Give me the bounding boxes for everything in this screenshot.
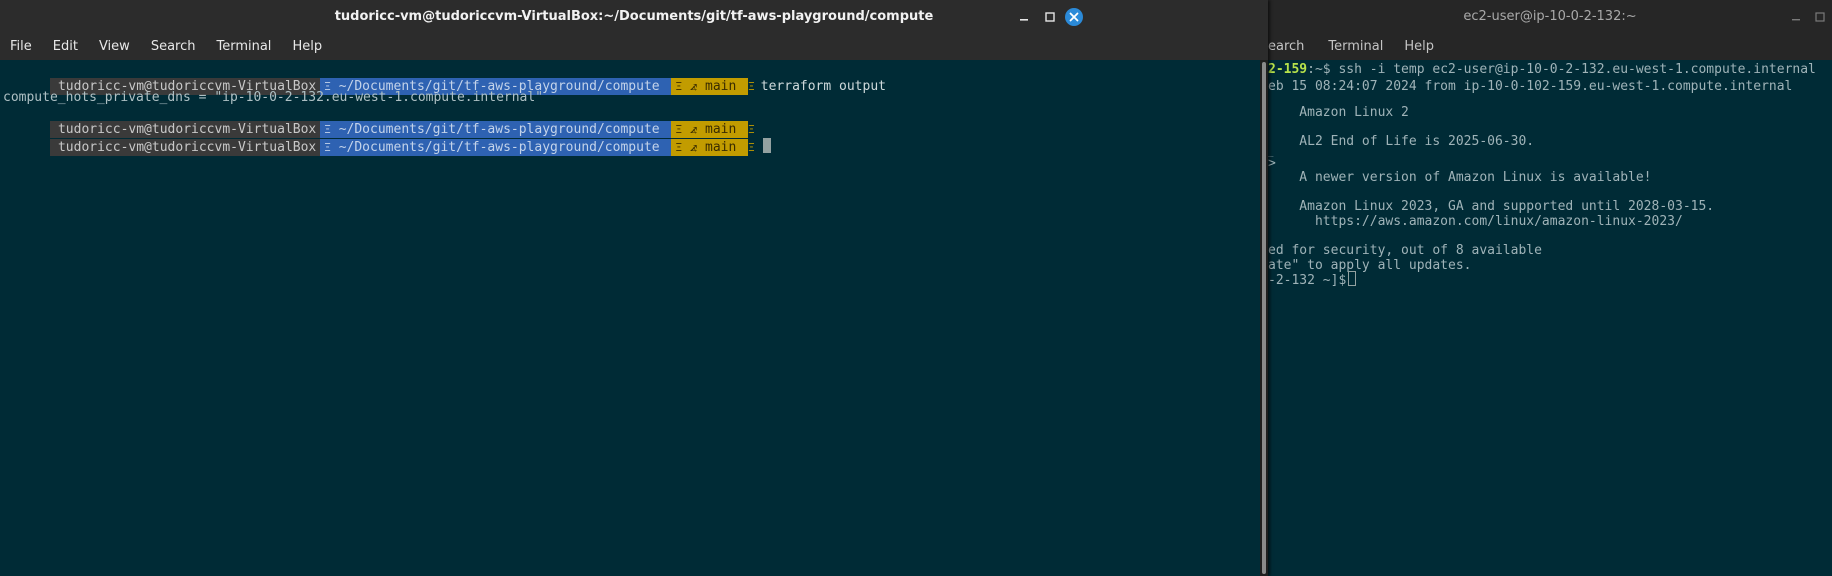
left-terminal-area[interactable]: tudoricc-vm@tudoriccvm-VirtualBox Ξ ~/Doc… xyxy=(0,60,1260,576)
menu-help[interactable]: Help xyxy=(1404,39,1434,54)
ssh-command: :~$ ssh -i temp ec2-user@ip-10-0-2-132.e… xyxy=(1307,62,1816,77)
menu-search[interactable]: earch xyxy=(1268,39,1304,54)
motd-line: A newer version of Amazon Linux is avail… xyxy=(1268,170,1652,185)
prompt-path-segment: Ξ ~/Documents/git/tf-aws-playground/comp… xyxy=(320,139,672,156)
motd-line: AL2 End of Life is 2025-06-30. xyxy=(1268,134,1535,149)
prompt-host: 2-159 xyxy=(1268,62,1308,77)
prompt-git-segment: Ξ ⦨ main xyxy=(671,139,749,156)
final-prompt: -2-132 ~]$ xyxy=(1268,273,1347,288)
command-text: terraform output xyxy=(760,79,886,94)
ssh-command-line: 2-159:~$ ssh -i temp ec2-user@ip-10-0-2-… xyxy=(1268,61,1816,78)
minimize-icon xyxy=(1792,19,1800,21)
terminal-line-prompt-2: tudoricc-vm@tudoriccvm-VirtualBox Ξ ~/Doc… xyxy=(3,104,755,138)
close-icon xyxy=(1065,8,1083,26)
terminal-line-prompt-1: tudoricc-vm@tudoriccvm-VirtualBox Ξ ~/Doc… xyxy=(3,61,886,95)
minimize-icon xyxy=(1020,19,1028,21)
git-branch-icon: ⦨ xyxy=(689,79,698,94)
maximize-icon xyxy=(1045,12,1055,22)
prompt-user-host: tudoricc-vm@tudoriccvm-VirtualBox xyxy=(49,139,321,156)
maximize-button[interactable] xyxy=(1810,7,1830,27)
terminal-cursor xyxy=(762,138,771,153)
motd-link: https://aws.amazon.com/linux/amazon-linu… xyxy=(1268,214,1683,229)
menu-edit[interactable]: Edit xyxy=(53,39,78,54)
right-menubar: earch Terminal Help xyxy=(1268,33,1832,60)
minimize-button[interactable] xyxy=(1786,7,1806,27)
left-scrollbar[interactable] xyxy=(1260,60,1268,576)
terminal-line-prompt-3: tudoricc-vm@tudoriccvm-VirtualBox Ξ ~/Doc… xyxy=(3,121,771,156)
prompt-separator: Ξ xyxy=(675,141,683,154)
left-window-title: tudoricc-vm@tudoriccvm-VirtualBox:~/Docu… xyxy=(334,9,934,24)
minimize-button[interactable] xyxy=(1014,7,1034,27)
menu-view[interactable]: View xyxy=(99,39,130,54)
terminal-cursor xyxy=(1348,271,1357,286)
menu-terminal[interactable]: Terminal xyxy=(216,39,271,54)
left-titlebar[interactable]: tudoricc-vm@tudoriccvm-VirtualBox:~/Docu… xyxy=(0,0,1268,33)
menu-file[interactable]: File xyxy=(10,39,32,54)
prompt-path: ~/Documents/git/tf-aws-playground/comput… xyxy=(338,140,660,155)
prompt-separator: Ξ xyxy=(748,80,755,93)
prompt-branch: main xyxy=(705,140,737,155)
right-terminal-area[interactable]: 2-159:~$ ssh -i temp ec2-user@ip-10-0-2-… xyxy=(1268,60,1832,576)
menu-search[interactable]: Search xyxy=(151,39,196,54)
motd-line: Amazon Linux 2 xyxy=(1268,105,1409,120)
menu-terminal[interactable]: Terminal xyxy=(1328,39,1383,54)
prompt-separator: Ξ xyxy=(748,141,755,154)
last-login-line: eb 15 08:24:07 2024 from ip-10-0-102-159… xyxy=(1268,79,1793,94)
prompt-git-segment: Ξ ⦨ main xyxy=(671,78,749,95)
right-terminal-window: ec2-user@ip-10-0-2-132:~ earch Terminal … xyxy=(1268,0,1832,576)
maximize-icon xyxy=(1815,12,1825,22)
maximize-button[interactable] xyxy=(1040,7,1060,27)
prompt-separator: Ξ xyxy=(675,80,683,93)
git-branch-icon: ⦨ xyxy=(689,140,698,155)
left-terminal-window: tudoricc-vm@tudoriccvm-VirtualBox:~/Docu… xyxy=(0,0,1268,576)
prompt-separator: Ξ xyxy=(324,141,331,154)
prompt-branch: main xyxy=(705,79,737,94)
right-window-title: ec2-user@ip-10-0-2-132:~ xyxy=(1463,9,1637,24)
scrollbar-thumb[interactable] xyxy=(1262,62,1266,574)
right-titlebar[interactable]: ec2-user@ip-10-0-2-132:~ xyxy=(1268,0,1832,33)
menu-help[interactable]: Help xyxy=(292,39,322,54)
final-prompt-line: -2-132 ~]$ xyxy=(1268,271,1357,288)
close-button[interactable] xyxy=(1064,7,1084,27)
left-menubar: File Edit View Search Terminal Help xyxy=(0,33,1268,60)
